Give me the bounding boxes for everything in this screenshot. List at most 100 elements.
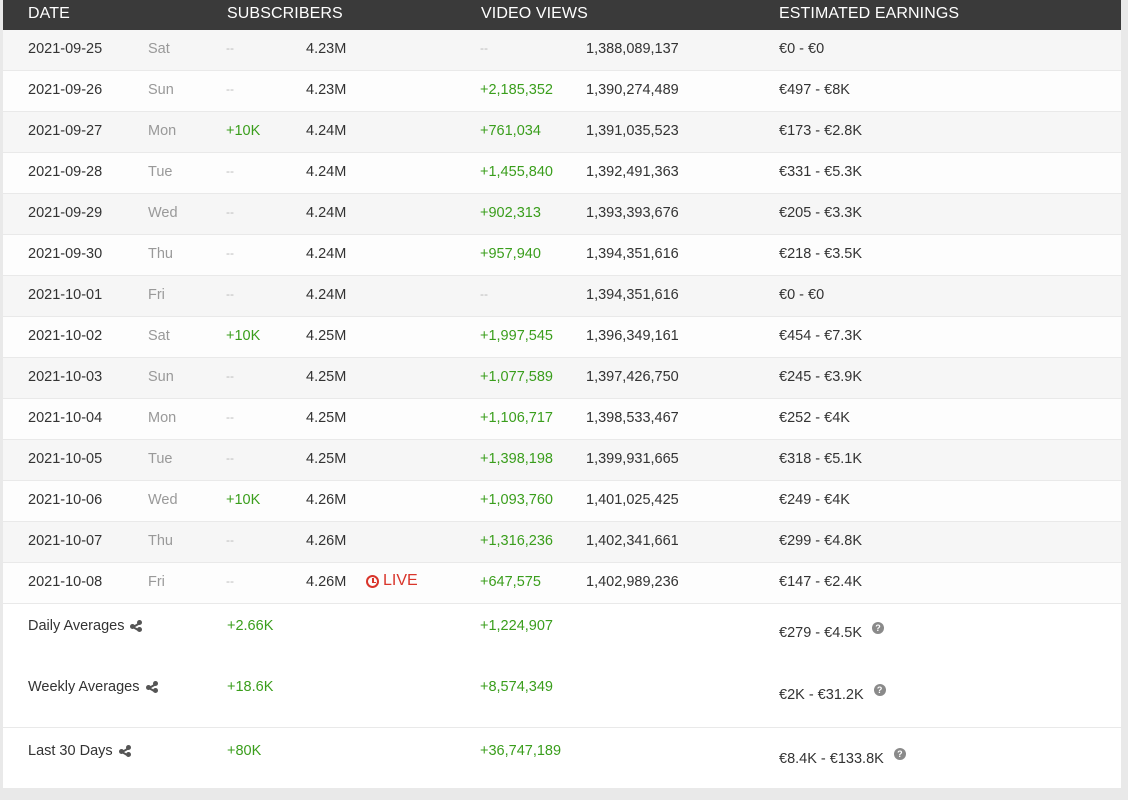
row-views-change: +1,316,236 [480, 533, 553, 549]
row-subscriber-change: -- [226, 287, 234, 301]
row-views-change: -- [480, 41, 488, 55]
summary-views: +1,224,907 [480, 618, 553, 634]
row-estimated-earnings: €252 - €4K [779, 410, 850, 426]
summary-subscribers: +18.6K [227, 679, 274, 695]
share-icon[interactable] [145, 681, 158, 693]
row-views-total: 1,396,349,161 [586, 328, 679, 344]
row-weekday: Wed [148, 492, 178, 508]
row-weekday: Sat [148, 41, 170, 57]
summary-views: +8,574,349 [480, 679, 553, 695]
row-estimated-earnings: €0 - €0 [779, 41, 825, 57]
row-views-change: +1,077,589 [480, 369, 553, 385]
row-views-total: 1,397,426,750 [586, 369, 679, 385]
row-estimated-earnings: €497 - €8K [779, 82, 850, 98]
live-badge[interactable]: LIVE [366, 572, 418, 590]
row-subscriber-total: 4.24M [306, 123, 347, 139]
table-row: 2021-09-26 Sun -- 4.23M +2,185,352 1,390,274,… [3, 71, 1121, 112]
summary-earnings: €279 - €4.5K? [779, 622, 885, 641]
row-views-total: 1,402,341,661 [586, 533, 679, 549]
row-views-change: +761,034 [480, 123, 541, 139]
table-header: DATE SUBSCRIBERS VIDEO VIEWS ESTIMATED E… [3, 0, 1121, 30]
summary-label: Last 30 Days [28, 743, 131, 759]
row-views-change: +2,185,352 [480, 82, 553, 98]
row-subscriber-total: 4.24M [306, 287, 347, 303]
summary-earnings-text: €279 - €4.5K [779, 625, 863, 641]
row-subscriber-change: -- [226, 164, 234, 178]
row-subscriber-total: 4.24M [306, 205, 347, 221]
row-weekday: Wed [148, 205, 178, 221]
header-video-views: VIDEO VIEWS [481, 5, 588, 22]
header-subscribers: SUBSCRIBERS [227, 5, 343, 22]
row-subscriber-total: 4.24M [306, 164, 347, 180]
help-icon[interactable]: ? [893, 748, 906, 760]
row-subscriber-change: -- [226, 205, 234, 219]
row-weekday: Thu [148, 533, 173, 549]
row-weekday: Sun [148, 82, 174, 98]
row-estimated-earnings: €249 - €4K [779, 492, 850, 508]
row-subscriber-change: +10K [226, 328, 261, 344]
row-date: 2021-10-01 [28, 287, 103, 303]
share-icon[interactable] [130, 620, 143, 632]
summary-label: Weekly Averages [28, 679, 158, 695]
row-subscriber-change: -- [226, 369, 234, 383]
table-body: 2021-09-25 Sat -- 4.23M -- 1,388,089,137 €0 - … [3, 30, 1121, 604]
table-row: 2021-09-27 Mon +10K 4.24M +761,034 1,391,035,… [3, 112, 1121, 153]
row-weekday: Tue [148, 451, 173, 467]
row-subscriber-total: 4.25M [306, 369, 347, 385]
share-icon[interactable] [118, 745, 131, 757]
stats-table: DATE SUBSCRIBERS VIDEO VIEWS ESTIMATED E… [3, 0, 1121, 788]
row-weekday: Thu [148, 246, 173, 262]
table-row: 2021-10-02 Sat +10K 4.25M +1,997,545 1,396,34… [3, 317, 1121, 358]
row-views-total: 1,388,089,137 [586, 41, 679, 57]
row-estimated-earnings: €147 - €2.4K [779, 574, 863, 590]
table-row: 2021-10-01 Fri -- 4.24M -- 1,394,351,616 €0 - … [3, 276, 1121, 317]
summary-label: Daily Averages [28, 618, 143, 634]
row-views-total: 1,394,351,616 [586, 246, 679, 262]
row-subscriber-change: -- [226, 574, 234, 588]
row-estimated-earnings: €331 - €5.3K [779, 164, 863, 180]
row-date: 2021-10-08 [28, 574, 103, 590]
table-row: 2021-10-07 Thu -- 4.26M +1,316,236 1,402,341,… [3, 522, 1121, 563]
row-date: 2021-09-25 [28, 41, 103, 57]
table-row: 2021-10-08 Fri -- 4.26M LIVE +647,575 1,402,98… [3, 563, 1121, 604]
row-views-change: +1,093,760 [480, 492, 553, 508]
row-views-change: +1,997,545 [480, 328, 553, 344]
summary-subscribers: +80K [227, 743, 262, 759]
row-date: 2021-10-05 [28, 451, 103, 467]
help-icon[interactable]: ? [873, 684, 886, 696]
row-weekday: Tue [148, 164, 173, 180]
row-weekday: Mon [148, 410, 177, 426]
row-weekday: Mon [148, 123, 177, 139]
row-views-total: 1,392,491,363 [586, 164, 679, 180]
summary-label-text: Last 30 Days [28, 743, 113, 759]
row-subscriber-total: 4.23M [306, 82, 347, 98]
row-views-total: 1,390,274,489 [586, 82, 679, 98]
row-estimated-earnings: €245 - €3.9K [779, 369, 863, 385]
row-date: 2021-10-02 [28, 328, 103, 344]
row-date: 2021-09-28 [28, 164, 103, 180]
row-estimated-earnings: €218 - €3.5K [779, 246, 863, 262]
summary-earnings-text: €8.4K - €133.8K [779, 751, 884, 767]
row-subscriber-total: 4.25M [306, 410, 347, 426]
help-icon[interactable]: ? [872, 622, 885, 634]
table-row: 2021-09-30 Thu -- 4.24M +957,940 1,394,351,61… [3, 235, 1121, 276]
row-date: 2021-10-03 [28, 369, 103, 385]
row-date: 2021-10-07 [28, 533, 103, 549]
row-views-change: +1,106,717 [480, 410, 553, 426]
row-subscriber-change: -- [226, 451, 234, 465]
clock-icon [366, 574, 379, 588]
summary-earnings: €8.4K - €133.8K? [779, 748, 906, 767]
summary-views: +36,747,189 [480, 743, 562, 759]
row-estimated-earnings: €173 - €2.8K [779, 123, 863, 139]
row-views-change: +1,398,198 [480, 451, 553, 467]
row-views-change: +647,575 [480, 574, 541, 590]
header-date: DATE [28, 5, 70, 22]
table-row: 2021-09-29 Wed -- 4.24M +902,313 1,393,393,67… [3, 194, 1121, 235]
summary-divider [3, 727, 1121, 728]
row-views-change: +902,313 [480, 205, 541, 221]
row-views-total: 1,402,989,236 [586, 574, 679, 590]
table-row: 2021-10-05 Tue -- 4.25M +1,398,198 1,399,931,… [3, 440, 1121, 481]
row-views-total: 1,399,931,665 [586, 451, 679, 467]
row-subscriber-total: 4.25M [306, 328, 347, 344]
row-subscriber-change: +10K [226, 492, 261, 508]
